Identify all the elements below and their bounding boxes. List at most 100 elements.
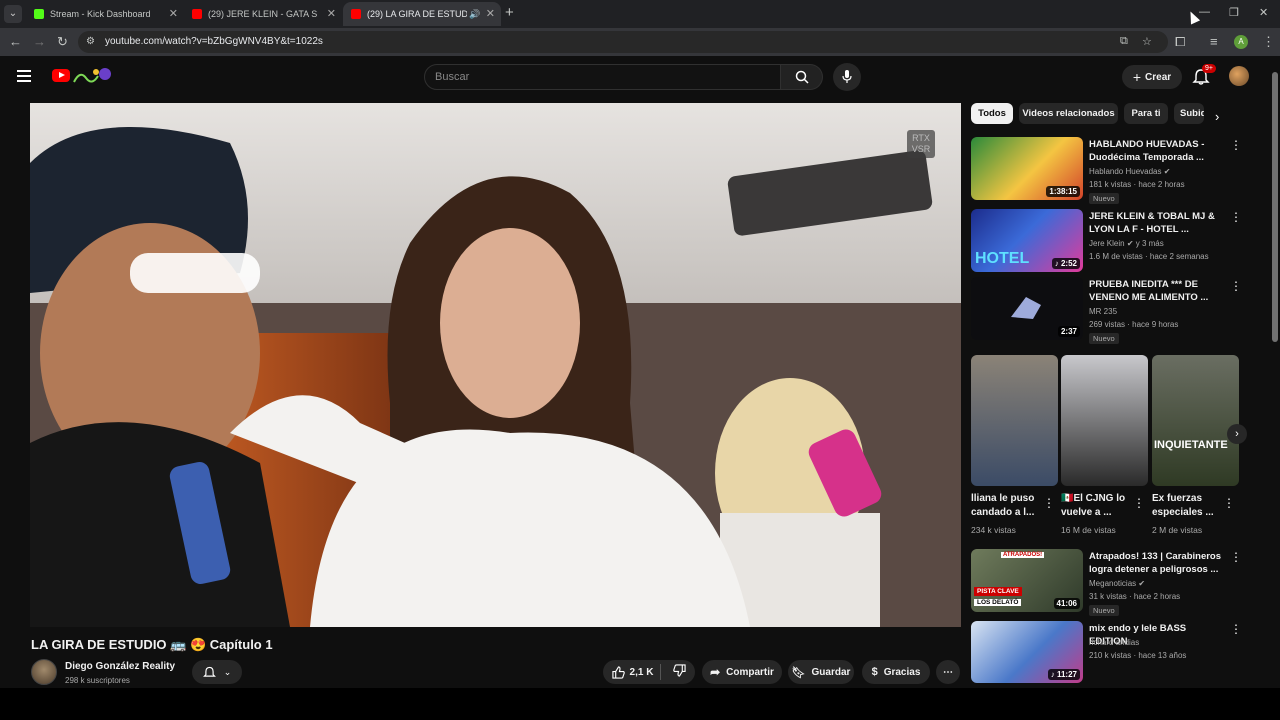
page-scrollbar[interactable] [1270, 62, 1280, 690]
save-button[interactable]: 🔖︎ Guardar [788, 660, 854, 684]
media-control-icon[interactable]: ≡ [1210, 34, 1218, 49]
youtube-masthead: Buscar + Crear 9+ [0, 56, 1280, 100]
address-bar[interactable]: ⚙ youtube.com/watch?v=bZbGgWNV4BY&t=1022… [78, 31, 1168, 53]
window-close-icon[interactable]: ✕ [1259, 6, 1268, 19]
search-placeholder: Buscar [435, 71, 470, 83]
share-label: Compartir [726, 666, 774, 678]
thanks-button[interactable]: $ Gracias [862, 660, 930, 684]
browser-tab-la-gira[interactable]: (29) LA GIRA DE ESTUDIO 🔊 ✕ [343, 2, 501, 26]
browser-menu-icon[interactable]: ⋮ [1262, 34, 1275, 50]
voice-search-button[interactable] [833, 63, 861, 91]
channel-name[interactable]: Diego González Reality [65, 661, 175, 672]
more-vertical-icon[interactable]: ⋮ [1230, 138, 1242, 152]
more-vertical-icon[interactable]: ⋮ [1230, 622, 1242, 636]
minimize-icon[interactable]: — [1199, 6, 1210, 18]
save-label: Guardar [811, 666, 851, 678]
more-vertical-icon[interactable]: ⋮ [1230, 550, 1242, 564]
short-thumbnail[interactable] [1061, 355, 1148, 486]
shorts-next-button[interactable]: › [1227, 424, 1247, 444]
more-vertical-icon[interactable]: ⋮ [1230, 279, 1242, 293]
reload-icon[interactable]: ↻ [57, 34, 68, 50]
search-input[interactable]: Buscar [424, 64, 781, 90]
chip-for-you[interactable]: Para ti [1124, 103, 1168, 124]
video-thumbnail[interactable]: ATRAPADOS! PISTA CLAVE LOS DELATÓ 41:06 [971, 549, 1083, 612]
browser-tab-jere-klein[interactable]: (29) JERE KLEIN - GATA SENSUAL ✕ [184, 2, 342, 26]
subscriber-count: 298 k suscriptores [65, 676, 130, 685]
channel-avatar[interactable] [31, 659, 57, 685]
tab-title: (29) LA GIRA DE ESTUDIO [367, 9, 467, 19]
video-card-channel[interactable]: Hablando Huevadas ✔ [1089, 167, 1170, 176]
video-thumbnail[interactable]: 2:37 [971, 277, 1083, 340]
bottom-edge [0, 688, 1280, 720]
url-text[interactable]: youtube.com/watch?v=bZbGgWNV4BY&t=1022s [105, 36, 323, 47]
video-duration: 41:06 [1053, 598, 1080, 609]
video-card-title[interactable]: Atrapados! 133 | Carabineros logra deten… [1089, 550, 1224, 576]
search-button[interactable] [781, 64, 823, 90]
cast-icon[interactable]: ⧉ [1120, 35, 1128, 48]
short-title[interactable]: 🇲🇽El CJNG lo vuelve a ... [1061, 492, 1139, 520]
thumbs-down-icon [673, 664, 687, 677]
chevron-right-icon[interactable]: › [1215, 109, 1219, 124]
more-actions-button[interactable]: ⋯ [936, 660, 960, 684]
video-thumbnail[interactable]: ♪ 11:27 [971, 621, 1083, 683]
channel-name[interactable]: Meganoticias [1089, 579, 1136, 588]
short-title[interactable]: Ex fuerzas especiales ... [1152, 492, 1230, 520]
chip-related[interactable]: Videos relacionados [1019, 103, 1118, 124]
close-icon[interactable]: ✕ [486, 7, 495, 20]
video-card-title[interactable]: PRUEBA INEDITA *** DE VENENO ME ALIMENTO… [1089, 278, 1224, 304]
tab-title: Stream - Kick Dashboard [50, 9, 151, 19]
youtube-icon [351, 9, 361, 19]
close-icon[interactable]: ✕ [169, 7, 178, 20]
create-button[interactable]: + Crear [1122, 65, 1182, 89]
microphone-icon [842, 70, 852, 83]
close-icon[interactable]: ✕ [327, 7, 336, 20]
video-card-channel[interactable]: richard andias [1089, 638, 1139, 647]
youtube-doodle-logo[interactable] [72, 66, 112, 86]
short-thumbnail[interactable] [971, 355, 1058, 486]
browser-tab-kick[interactable]: Stream - Kick Dashboard ✕ [26, 2, 184, 26]
thumbnail-hotel-text: HOTEL [975, 250, 1030, 267]
channel-name[interactable]: Jere Klein [1089, 239, 1125, 248]
youtube-logo[interactable] [52, 69, 70, 82]
forward-icon[interactable]: → [33, 34, 46, 49]
chip-uploaded[interactable]: Subido [1174, 103, 1204, 124]
video-card-channel[interactable]: MR 235 [1089, 307, 1117, 316]
extensions-icon[interactable]: ⧠ [1175, 34, 1185, 50]
channel-suffix: y 3 más [1133, 239, 1164, 248]
site-info-icon[interactable]: ⚙ [86, 36, 95, 47]
short-thumbnail[interactable]: INQUIETANTE [1152, 355, 1239, 486]
more-vertical-icon[interactable]: ⋮ [1230, 210, 1242, 224]
user-avatar[interactable] [1229, 66, 1249, 86]
create-label: Crear [1145, 71, 1172, 83]
more-vertical-icon[interactable]: ⋮ [1043, 496, 1055, 510]
chip-all[interactable]: Todos [971, 103, 1013, 124]
video-card-title[interactable]: HABLANDO HUEVADAS - Duodécima Temporada … [1089, 138, 1224, 164]
like-button[interactable]: 2,1 K [611, 665, 653, 679]
video-title: LA GIRA DE ESTUDIO 🚌 😍 Capítulo 1 [31, 637, 273, 652]
audio-playing-icon[interactable]: 🔊 [469, 9, 480, 20]
restore-icon[interactable]: ❐ [1229, 6, 1239, 19]
verified-icon: ✔ [1163, 167, 1171, 176]
subscription-bell-button[interactable]: ⌄ [192, 660, 242, 684]
profile-avatar[interactable]: A [1234, 35, 1248, 49]
tab-search-menu-button[interactable]: ⌄ [4, 5, 22, 23]
short-title[interactable]: lliana le puso candado a l... [971, 492, 1049, 520]
channel-name[interactable]: Hablando Huevadas [1089, 167, 1162, 176]
video-thumbnail[interactable]: 1:38:15 [971, 137, 1083, 200]
scrollbar-thumb[interactable] [1272, 72, 1278, 342]
video-card-title[interactable]: JERE KLEIN & TOBAL MJ & LYON LA F - HOTE… [1089, 210, 1224, 236]
more-vertical-icon[interactable]: ⋮ [1223, 496, 1235, 510]
video-duration: 2:37 [1057, 326, 1080, 337]
menu-icon[interactable] [17, 70, 31, 82]
dislike-button[interactable] [673, 664, 687, 680]
rtx-vsr-badge: RTX VSR [907, 130, 935, 158]
share-button[interactable]: ➦ Compartir [702, 660, 782, 684]
video-card-channel[interactable]: Meganoticias ✔ [1089, 579, 1145, 588]
video-thumbnail[interactable]: HOTEL ♪ 2:52 [971, 209, 1083, 272]
bookmark-star-icon[interactable]: ☆ [1142, 35, 1152, 48]
back-icon[interactable]: ← [9, 34, 22, 49]
new-tab-button[interactable]: + [505, 4, 514, 21]
video-card-channel[interactable]: Jere Klein ✔ y 3 más [1089, 239, 1164, 248]
more-vertical-icon[interactable]: ⋮ [1133, 496, 1145, 510]
video-player[interactable] [30, 103, 961, 627]
